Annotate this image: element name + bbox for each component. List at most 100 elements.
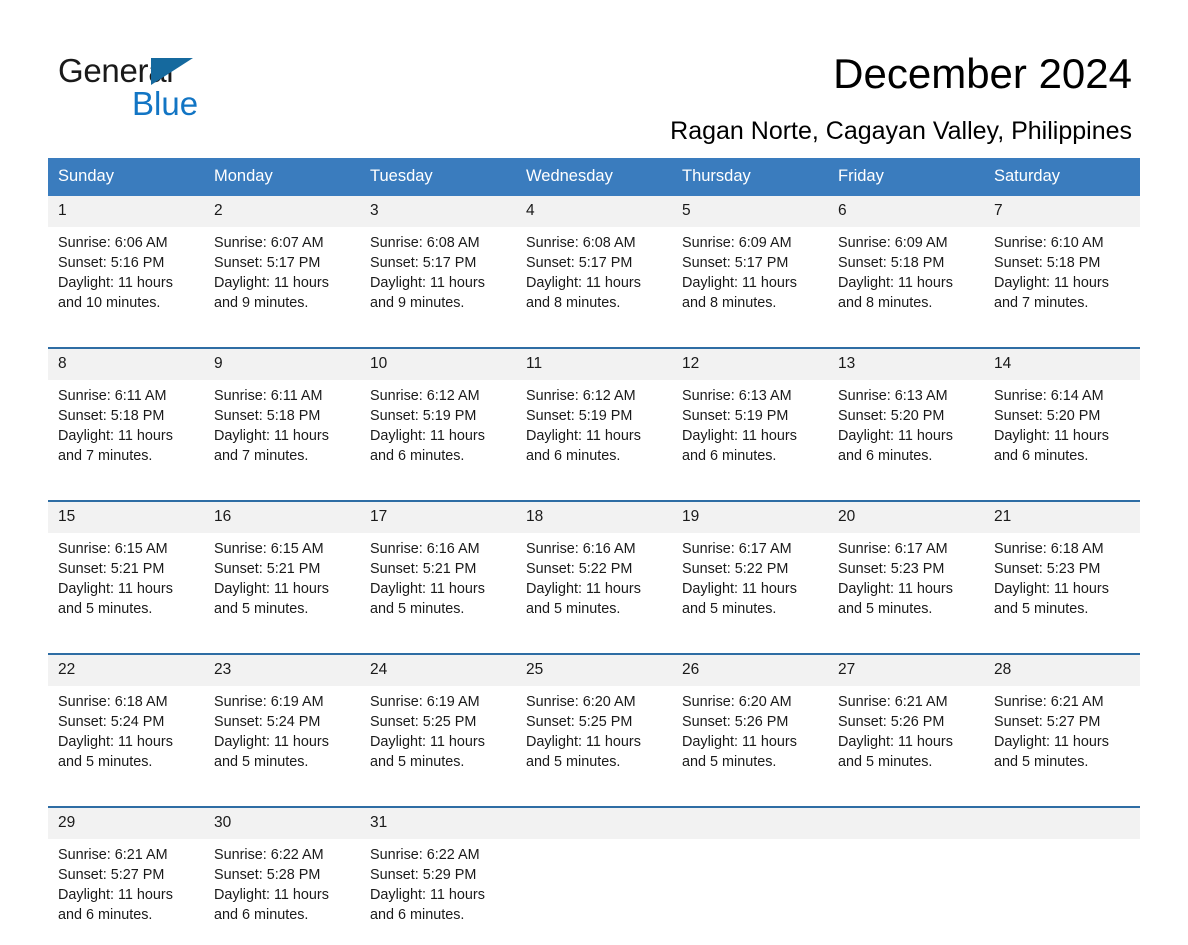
daylight-text-line2: and 8 minutes. <box>526 295 621 311</box>
day-number-cell[interactable]: 21 <box>984 501 1140 533</box>
sunset-text: Sunset: 5:23 PM <box>838 561 945 577</box>
day-number-cell[interactable]: 1 <box>48 196 204 227</box>
day-detail-cell[interactable]: Sunrise: 6:22 AM Sunset: 5:29 PM Daylight:… <box>360 839 516 945</box>
day-number-cell[interactable]: 18 <box>516 501 672 533</box>
day-number-cell[interactable]: 19 <box>672 501 828 533</box>
day-number-cell[interactable]: 4 <box>516 196 672 227</box>
day-detail-cell[interactable]: Sunrise: 6:21 AM Sunset: 5:27 PM Daylight:… <box>48 839 204 945</box>
day-number-cell[interactable]: 12 <box>672 348 828 380</box>
day-number: 9 <box>214 355 223 372</box>
week-separator <box>48 639 1140 655</box>
day-number-cell[interactable]: 3 <box>360 196 516 227</box>
day-detail-cell[interactable]: Sunrise: 6:17 AM Sunset: 5:22 PM Daylight:… <box>672 533 828 639</box>
sunrise-text: Sunrise: 6:13 AM <box>682 388 792 404</box>
sunrise-text: Sunrise: 6:20 AM <box>682 694 792 710</box>
day-number-cell[interactable]: 7 <box>984 196 1140 227</box>
logo-text-blue: Blue <box>132 85 199 122</box>
sunrise-text: Sunrise: 6:12 AM <box>526 388 636 404</box>
day-detail-cell[interactable]: Sunrise: 6:15 AM Sunset: 5:21 PM Daylight:… <box>48 533 204 639</box>
day-number: 24 <box>370 661 388 678</box>
weekday-header-tuesday: Tuesday <box>360 158 516 196</box>
sunrise-text: Sunrise: 6:19 AM <box>370 694 480 710</box>
day-detail-cell[interactable]: Sunrise: 6:12 AM Sunset: 5:19 PM Daylight:… <box>516 380 672 486</box>
day-number: 12 <box>682 355 700 372</box>
day-number-cell[interactable]: 31 <box>360 807 516 839</box>
day-number-cell[interactable]: 14 <box>984 348 1140 380</box>
page-header: General Blue December 2024 Ragan Norte, … <box>0 0 1188 150</box>
daylight-text-line2: and 5 minutes. <box>526 601 621 617</box>
day-number-cell[interactable]: 30 <box>204 807 360 839</box>
day-detail-cell[interactable]: Sunrise: 6:19 AM Sunset: 5:24 PM Daylight:… <box>204 686 360 792</box>
day-detail-cell[interactable]: Sunrise: 6:07 AM Sunset: 5:17 PM Daylight:… <box>204 227 360 333</box>
sunset-text: Sunset: 5:27 PM <box>58 867 165 883</box>
daylight-text-line2: and 5 minutes. <box>682 601 777 617</box>
day-number-cell[interactable]: 6 <box>828 196 984 227</box>
day-number-cell[interactable]: 22 <box>48 654 204 686</box>
day-number: 15 <box>58 508 76 525</box>
day-detail-cell[interactable]: Sunrise: 6:18 AM Sunset: 5:24 PM Daylight:… <box>48 686 204 792</box>
day-number-cell[interactable]: 25 <box>516 654 672 686</box>
daylight-text-line2: and 5 minutes. <box>682 754 777 770</box>
day-number-cell[interactable]: 28 <box>984 654 1140 686</box>
day-number-cell[interactable]: 20 <box>828 501 984 533</box>
day-detail-cell[interactable]: Sunrise: 6:06 AM Sunset: 5:16 PM Daylight:… <box>48 227 204 333</box>
general-blue-logo[interactable]: General Blue <box>58 52 358 122</box>
day-number-cell[interactable]: 27 <box>828 654 984 686</box>
day-detail-cell[interactable]: Sunrise: 6:13 AM Sunset: 5:19 PM Daylight:… <box>672 380 828 486</box>
day-detail-cell[interactable]: Sunrise: 6:19 AM Sunset: 5:25 PM Daylight:… <box>360 686 516 792</box>
day-detail-cell[interactable]: Sunrise: 6:14 AM Sunset: 5:20 PM Daylight:… <box>984 380 1140 486</box>
day-detail-cell[interactable]: Sunrise: 6:08 AM Sunset: 5:17 PM Daylight:… <box>360 227 516 333</box>
sunset-text: Sunset: 5:19 PM <box>370 408 477 424</box>
daylight-text-line1: Daylight: 11 hours <box>214 887 329 903</box>
day-number-cell[interactable]: 26 <box>672 654 828 686</box>
day-detail-cell[interactable]: Sunrise: 6:22 AM Sunset: 5:28 PM Daylight:… <box>204 839 360 945</box>
sunset-text: Sunset: 5:26 PM <box>838 714 945 730</box>
weekday-header-thursday: Thursday <box>672 158 828 196</box>
daylight-text-line1: Daylight: 11 hours <box>58 581 173 597</box>
day-number-cell[interactable]: 8 <box>48 348 204 380</box>
day-number-cell[interactable]: 2 <box>204 196 360 227</box>
day-number-cell[interactable]: 15 <box>48 501 204 533</box>
day-number-cell[interactable]: 9 <box>204 348 360 380</box>
day-number-cell[interactable]: 23 <box>204 654 360 686</box>
day-detail-cell[interactable]: Sunrise: 6:08 AM Sunset: 5:17 PM Daylight:… <box>516 227 672 333</box>
day-number-cell[interactable]: 11 <box>516 348 672 380</box>
day-detail-cell[interactable]: Sunrise: 6:17 AM Sunset: 5:23 PM Daylight:… <box>828 533 984 639</box>
daylight-text-line1: Daylight: 11 hours <box>58 275 173 291</box>
day-number-cell[interactable]: 10 <box>360 348 516 380</box>
day-number-cell[interactable]: 13 <box>828 348 984 380</box>
day-detail-cell[interactable]: Sunrise: 6:16 AM Sunset: 5:21 PM Daylight:… <box>360 533 516 639</box>
sunrise-text: Sunrise: 6:18 AM <box>994 541 1104 557</box>
day-detail-cell[interactable]: Sunrise: 6:13 AM Sunset: 5:20 PM Daylight:… <box>828 380 984 486</box>
day-detail-cell[interactable]: Sunrise: 6:11 AM Sunset: 5:18 PM Daylight:… <box>48 380 204 486</box>
day-number-cell[interactable]: 24 <box>360 654 516 686</box>
daylight-text-line2: and 5 minutes. <box>994 754 1089 770</box>
day-number-cell[interactable]: 29 <box>48 807 204 839</box>
day-detail-cell[interactable]: Sunrise: 6:20 AM Sunset: 5:25 PM Daylight:… <box>516 686 672 792</box>
day-detail-cell[interactable]: Sunrise: 6:20 AM Sunset: 5:26 PM Daylight:… <box>672 686 828 792</box>
day-detail-cell[interactable]: Sunrise: 6:11 AM Sunset: 5:18 PM Daylight:… <box>204 380 360 486</box>
week-separator <box>48 486 1140 502</box>
daylight-text-line1: Daylight: 11 hours <box>994 275 1109 291</box>
day-number-cell[interactable]: 17 <box>360 501 516 533</box>
week-date-row: 1 2 3 4 5 6 7 <box>48 196 1140 227</box>
day-detail-cell[interactable]: Sunrise: 6:10 AM Sunset: 5:18 PM Daylight:… <box>984 227 1140 333</box>
weekday-header-saturday: Saturday <box>984 158 1140 196</box>
day-detail-cell[interactable]: Sunrise: 6:18 AM Sunset: 5:23 PM Daylight:… <box>984 533 1140 639</box>
sunrise-text: Sunrise: 6:18 AM <box>58 694 168 710</box>
day-detail-cell[interactable]: Sunrise: 6:16 AM Sunset: 5:22 PM Daylight:… <box>516 533 672 639</box>
day-number-cell[interactable]: 16 <box>204 501 360 533</box>
day-number: 4 <box>526 202 535 219</box>
day-detail-cell[interactable]: Sunrise: 6:15 AM Sunset: 5:21 PM Daylight:… <box>204 533 360 639</box>
day-detail-cell[interactable]: Sunrise: 6:09 AM Sunset: 5:18 PM Daylight:… <box>828 227 984 333</box>
day-detail-cell[interactable]: Sunrise: 6:12 AM Sunset: 5:19 PM Daylight:… <box>360 380 516 486</box>
day-detail-cell[interactable]: Sunrise: 6:09 AM Sunset: 5:17 PM Daylight:… <box>672 227 828 333</box>
week-separator <box>48 333 1140 349</box>
sunset-text: Sunset: 5:18 PM <box>838 255 945 271</box>
day-number-cell[interactable]: 5 <box>672 196 828 227</box>
title-block: December 2024 Ragan Norte, Cagayan Valle… <box>670 48 1132 148</box>
day-detail-cell[interactable]: Sunrise: 6:21 AM Sunset: 5:27 PM Daylight:… <box>984 686 1140 792</box>
day-detail-cell[interactable]: Sunrise: 6:21 AM Sunset: 5:26 PM Daylight:… <box>828 686 984 792</box>
day-number: 16 <box>214 508 232 525</box>
daylight-text-line2: and 5 minutes. <box>214 754 309 770</box>
